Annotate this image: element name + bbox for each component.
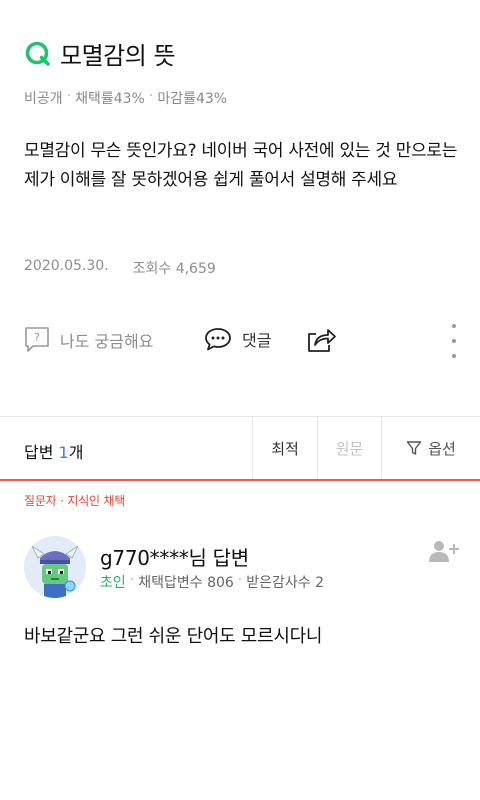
adopted-answer-count: 채택답변수 806 bbox=[138, 575, 234, 591]
answer-body: 바보같군요 그런 쉬운 단어도 모르시다니 bbox=[24, 626, 323, 647]
answers-count-suffix: 개 bbox=[68, 443, 84, 462]
meta-separator: · bbox=[237, 572, 243, 588]
meta-separator: · bbox=[148, 88, 154, 104]
question-body: 모멸감이 무슨 뜻인가요? 네이버 국어 사전에 있는 것 만으로는 제가 이해… bbox=[24, 141, 458, 190]
answers-count-number: 1 bbox=[58, 443, 69, 462]
thanks-count: 받은감사수 2 bbox=[246, 575, 325, 591]
option-label: 옵션 bbox=[428, 439, 456, 458]
curious-label: 나도 궁금해요 bbox=[60, 332, 154, 351]
question-bubble-icon: ? bbox=[25, 327, 49, 352]
curious-button[interactable]: ? 나도 궁금해요 bbox=[24, 326, 153, 354]
sort-original-button[interactable]: 원문 bbox=[317, 417, 381, 479]
question-q-icon bbox=[25, 41, 50, 66]
adoption-rate: 채택률43% bbox=[75, 91, 145, 107]
filter-icon bbox=[406, 441, 422, 455]
avatar[interactable] bbox=[24, 536, 86, 598]
comment-label: 댓글 bbox=[242, 331, 272, 350]
question-meta: 비공개 · 채택률43% · 마감률43% bbox=[24, 88, 227, 108]
question-title: 모멸감의 뜻 bbox=[60, 42, 176, 70]
curious-icon-glyph: ? bbox=[34, 331, 40, 344]
more-dot bbox=[452, 339, 456, 343]
share-icon bbox=[308, 329, 336, 352]
chosen-answer-label: 질문자 · 지식인 채택 bbox=[24, 494, 126, 508]
answers-count-prefix: 답변 bbox=[24, 443, 59, 462]
answers-count: 답변 1개 bbox=[24, 439, 83, 463]
more-dot bbox=[452, 354, 456, 358]
option-button[interactable]: 옵션 bbox=[381, 417, 480, 479]
view-count: 조회수 4,659 bbox=[132, 261, 216, 277]
more-options-icon[interactable] bbox=[446, 324, 462, 358]
visibility-label: 비공개 bbox=[24, 91, 63, 107]
meta-separator: · bbox=[66, 88, 72, 104]
share-button[interactable] bbox=[305, 326, 347, 354]
add-friend-icon[interactable] bbox=[428, 538, 460, 566]
more-dot bbox=[452, 324, 456, 328]
closing-rate: 마감률43% bbox=[157, 91, 228, 107]
question-actions: ? 나도 궁금해요 댓글 bbox=[0, 318, 480, 364]
comment-button[interactable]: 댓글 bbox=[204, 326, 271, 352]
answers-bar: 답변 1개 최적 원문 옵션 bbox=[0, 417, 480, 479]
answerer-meta: 초인 · 채택답변수 806 · 받은감사수 2 bbox=[100, 572, 324, 592]
question-date-row: 2020.05.30. 조회수 4,659 bbox=[24, 258, 216, 278]
question-title-row: 모멸감의 뜻 bbox=[24, 36, 176, 71]
answerer-rank: 초인 bbox=[100, 575, 126, 591]
meta-separator: · bbox=[129, 572, 135, 588]
answers-accent-line bbox=[0, 479, 480, 481]
answer-header: g770****님 답변 초인 · 채택답변수 806 · 받은감사수 2 bbox=[24, 536, 464, 602]
comment-icon bbox=[205, 328, 231, 351]
sort-best-button[interactable]: 최적 bbox=[252, 417, 317, 479]
viking-avatar-icon bbox=[24, 536, 86, 598]
question-date: 2020.05.30. bbox=[24, 258, 109, 274]
answerer-name[interactable]: g770****님 답변 bbox=[100, 542, 249, 571]
